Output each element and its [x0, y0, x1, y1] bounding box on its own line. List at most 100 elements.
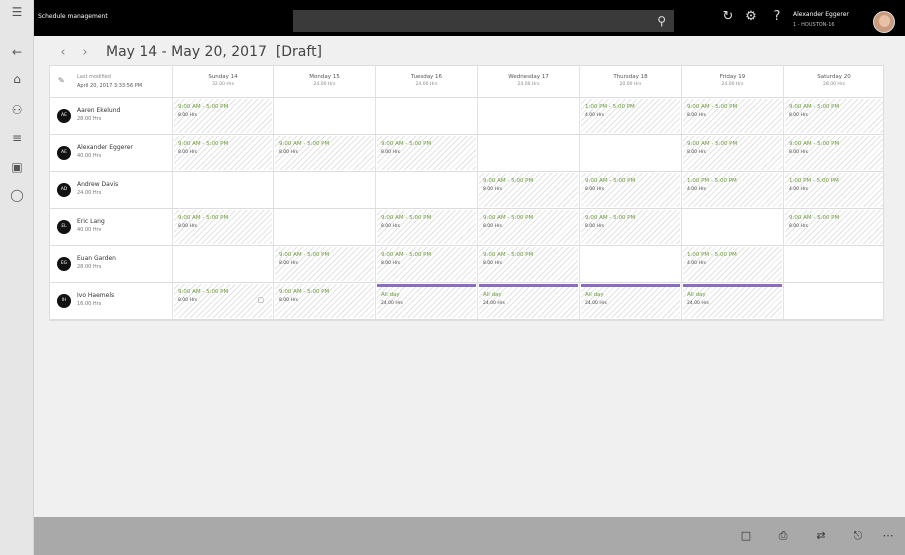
all-day-block[interactable]: All day 24.00 Hrs — [377, 284, 476, 318]
shift-block[interactable]: 9:00 AM - 5:00 PM 8.00 Hrs — [785, 99, 883, 133]
refresh-icon[interactable]: ↻ — [720, 9, 736, 25]
shift-block[interactable]: 9:00 AM - 5:00 PM 8.00 Hrs — [275, 284, 374, 318]
clipboard-icon[interactable]: ▣ — [0, 155, 34, 179]
day-header[interactable]: Thursday 18 20.00 Hrs — [579, 66, 681, 98]
schedule-cell[interactable]: All day 24.00 Hrs — [579, 283, 681, 319]
hamburger-icon[interactable]: ☰ — [0, 0, 34, 24]
employee-cell[interactable]: AD Andrew Davis 24.00 Hrs — [50, 172, 172, 208]
circle-icon[interactable]: ◯ — [0, 183, 34, 207]
schedule-cell[interactable] — [273, 172, 375, 208]
schedule-cell[interactable]: 9:00 AM - 5:00 PM 8.00 Hrs — [172, 135, 273, 171]
shift-block[interactable]: 9:00 AM - 5:00 PM 8.00 Hrs — [174, 99, 272, 133]
share-icon[interactable]: ⎋ — [850, 528, 866, 544]
publish-icon[interactable]: □ — [738, 528, 754, 544]
all-day-block[interactable]: All day 24.00 Hrs — [581, 284, 680, 318]
schedule-cell[interactable] — [579, 246, 681, 282]
shift-block[interactable]: 9:00 AM - 5:00 PM 8.00 Hrs — [683, 99, 782, 133]
list-icon[interactable]: ≡ — [0, 126, 34, 150]
shift-block[interactable]: 9:00 AM - 5:00 PM 8.00 Hrs — [174, 136, 272, 170]
swap-icon[interactable]: ⇄ — [813, 528, 829, 544]
schedule-cell[interactable] — [273, 98, 375, 134]
schedule-cell[interactable] — [273, 209, 375, 245]
employee-cell[interactable]: EG Euan Garden 28.00 Hrs — [50, 246, 172, 282]
avatar[interactable] — [873, 11, 895, 33]
print-icon[interactable]: ⎙ — [775, 528, 791, 544]
settings-icon[interactable]: ⚙ — [743, 9, 759, 25]
day-header[interactable]: Sunday 14 32.00 Hrs — [172, 66, 273, 98]
shift-block[interactable]: 9:00 AM - 5:00 PM 8.00 Hrs — [479, 247, 578, 281]
schedule-cell[interactable]: 9:00 AM - 5:00 PM 8.00 Hrs — [783, 98, 884, 134]
shift-block[interactable]: 1:00 PM - 5:00 PM 4.00 Hrs — [683, 247, 782, 281]
all-day-block[interactable]: All day 24.00 Hrs — [479, 284, 578, 318]
schedule-cell[interactable]: 9:00 AM - 5:00 PM 8.00 Hrs — [681, 98, 783, 134]
search-icon[interactable]: ⚲ — [657, 14, 666, 28]
schedule-cell[interactable]: 9:00 AM - 5:00 PM 8.00 Hrs — [375, 135, 477, 171]
employee-cell[interactable]: EL Eric Lang 40.00 Hrs — [50, 209, 172, 245]
day-header[interactable]: Wednesday 17 24.00 Hrs — [477, 66, 579, 98]
shift-block[interactable]: 9:00 AM - 5:00 PM 8.00 Hrs — [785, 136, 883, 170]
schedule-cell[interactable]: 9:00 AM - 5:00 PM 8.00 Hrs — [783, 135, 884, 171]
schedule-cell[interactable]: 9:00 AM - 5:00 PM 8.00 Hrs — [477, 172, 579, 208]
schedule-cell[interactable]: 9:00 AM - 5:00 PM 8.00 Hrs — [477, 246, 579, 282]
schedule-cell[interactable]: 1:00 PM - 5:00 PM 4.00 Hrs — [681, 246, 783, 282]
schedule-cell[interactable]: 9:00 AM - 5:00 PM 8.00 Hrs ▢ — [172, 283, 273, 319]
shift-block[interactable]: 1:00 PM - 5:00 PM 4.00 Hrs — [581, 99, 680, 133]
day-header[interactable]: Tuesday 16 24.00 Hrs — [375, 66, 477, 98]
employee-cell[interactable]: AE Alexander Eggerer 40.00 Hrs — [50, 135, 172, 171]
schedule-cell[interactable]: 9:00 AM - 5:00 PM 8.00 Hrs — [477, 209, 579, 245]
more-icon[interactable]: ⋯ — [880, 528, 896, 544]
shift-block[interactable]: 9:00 AM - 5:00 PM 8.00 Hrs — [377, 136, 476, 170]
schedule-cell[interactable]: All day 24.00 Hrs — [477, 283, 579, 319]
shift-block[interactable]: 9:00 AM - 5:00 PM 8.00 Hrs — [581, 173, 680, 207]
shift-block[interactable]: 9:00 AM - 5:00 PM 8.00 Hrs — [581, 210, 680, 244]
schedule-cell[interactable]: All day 24.00 Hrs — [681, 283, 783, 319]
schedule-cell[interactable]: 9:00 AM - 5:00 PM 8.00 Hrs — [273, 135, 375, 171]
shift-block[interactable]: 9:00 AM - 5:00 PM 8.00 Hrs — [377, 247, 476, 281]
shift-block[interactable]: 9:00 AM - 5:00 PM 8.00 Hrs — [275, 136, 374, 170]
schedule-cell[interactable] — [783, 246, 884, 282]
schedule-cell[interactable]: 9:00 AM - 5:00 PM 8.00 Hrs — [273, 283, 375, 319]
shift-block[interactable]: 9:00 AM - 5:00 PM 8.00 Hrs — [479, 173, 578, 207]
schedule-cell[interactable] — [477, 135, 579, 171]
all-day-block[interactable]: All day 24.00 Hrs — [683, 284, 782, 318]
shift-block[interactable]: 1:00 PM - 5:00 PM 4.00 Hrs — [785, 173, 883, 207]
schedule-cell[interactable]: 9:00 AM - 5:00 PM 8.00 Hrs — [681, 135, 783, 171]
schedule-cell[interactable]: 9:00 AM - 5:00 PM 8.00 Hrs — [375, 246, 477, 282]
schedule-cell[interactable]: All day 24.00 Hrs — [375, 283, 477, 319]
schedule-cell[interactable]: 9:00 AM - 5:00 PM 8.00 Hrs — [579, 209, 681, 245]
schedule-cell[interactable]: 9:00 AM - 5:00 PM 8.00 Hrs — [783, 209, 884, 245]
shift-block[interactable]: 9:00 AM - 5:00 PM 8.00 Hrs — [683, 136, 782, 170]
day-header[interactable]: Friday 19 24.00 Hrs — [681, 66, 783, 98]
schedule-cell[interactable]: 9:00 AM - 5:00 PM 8.00 Hrs — [172, 209, 273, 245]
shift-block[interactable]: 1:00 PM - 5:00 PM 4.00 Hrs — [683, 173, 782, 207]
schedule-cell[interactable] — [477, 98, 579, 134]
shift-block[interactable]: 9:00 AM - 5:00 PM 8.00 Hrs — [275, 247, 374, 281]
schedule-cell[interactable] — [579, 135, 681, 171]
shift-block[interactable]: 9:00 AM - 5:00 PM 8.00 Hrs — [785, 210, 883, 244]
shift-block[interactable]: 9:00 AM - 5:00 PM 8.00 Hrs — [174, 210, 272, 244]
schedule-cell[interactable]: 9:00 AM - 5:00 PM 8.00 Hrs — [273, 246, 375, 282]
note-icon[interactable]: ▢ — [257, 296, 264, 304]
schedule-cell[interactable] — [172, 172, 273, 208]
schedule-cell[interactable]: 9:00 AM - 5:00 PM 8.00 Hrs — [375, 209, 477, 245]
schedule-cell[interactable] — [681, 209, 783, 245]
day-header[interactable]: Monday 15 24.00 Hrs — [273, 66, 375, 98]
pencil-icon[interactable]: ✎ — [58, 76, 65, 85]
schedule-cell[interactable] — [375, 98, 477, 134]
help-icon[interactable]: ? — [769, 9, 785, 25]
schedule-cell[interactable] — [375, 172, 477, 208]
shift-block[interactable]: 9:00 AM - 5:00 PM 8.00 Hrs ▢ — [174, 284, 272, 318]
schedule-cell[interactable]: 9:00 AM - 5:00 PM 8.00 Hrs — [579, 172, 681, 208]
people-icon[interactable]: ⚇ — [0, 98, 34, 122]
shift-block[interactable]: 9:00 AM - 5:00 PM 8.00 Hrs — [479, 210, 578, 244]
chevron-right-icon[interactable]: › — [74, 45, 96, 60]
shift-block[interactable]: 9:00 AM - 5:00 PM 8.00 Hrs — [377, 210, 476, 244]
employee-cell[interactable]: IH Ivo Haemels 16.00 Hrs — [50, 283, 172, 319]
home-icon[interactable]: ⌂ — [0, 67, 34, 91]
back-arrow-icon[interactable]: ← — [0, 40, 34, 64]
schedule-cell[interactable] — [172, 246, 273, 282]
day-header[interactable]: Saturday 20 28.00 Hrs — [783, 66, 884, 98]
schedule-cell[interactable] — [783, 283, 884, 319]
schedule-cell[interactable]: 9:00 AM - 5:00 PM 8.00 Hrs — [172, 98, 273, 134]
search-input[interactable]: ⚲ — [293, 10, 674, 32]
